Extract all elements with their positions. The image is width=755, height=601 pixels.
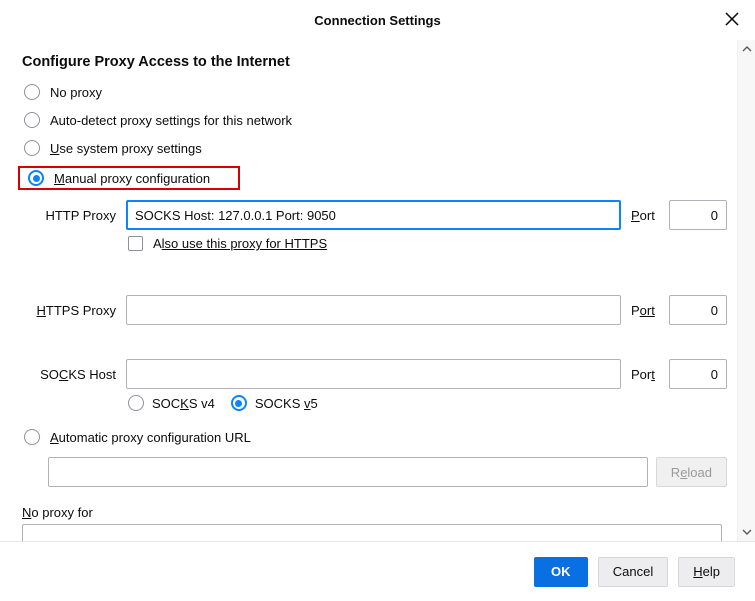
https-proxy-input[interactable] — [126, 295, 621, 325]
https-port-label: Port — [627, 303, 663, 318]
http-port-input[interactable] — [669, 200, 727, 230]
manual-option-highlight: Manual proxy configuration — [18, 166, 240, 190]
scroll-down-icon[interactable] — [738, 523, 755, 541]
radio-icon[interactable] — [231, 395, 247, 411]
radio-icon[interactable] — [24, 140, 40, 156]
dialog-footer: OK Cancel Help — [0, 541, 755, 601]
dialog-title: Connection Settings — [314, 13, 440, 28]
cancel-button[interactable]: Cancel — [598, 557, 668, 587]
vertical-scrollbar[interactable] — [737, 40, 755, 541]
option-socks-v4[interactable]: SOCKS v4 — [128, 395, 215, 411]
option-label: SOCKS v4 — [152, 396, 215, 411]
close-icon[interactable] — [723, 10, 741, 28]
dialog-titlebar: Connection Settings — [0, 0, 755, 40]
radio-icon[interactable] — [128, 395, 144, 411]
http-proxy-input[interactable] — [126, 200, 621, 230]
socks-host-label: SOCKS Host — [22, 367, 120, 382]
option-no-proxy[interactable]: No proxy — [22, 84, 727, 100]
help-button[interactable]: Help — [678, 557, 735, 587]
scroll-up-icon[interactable] — [738, 40, 755, 58]
pac-url-input[interactable] — [48, 457, 648, 487]
https-port-input[interactable] — [669, 295, 727, 325]
option-label: Automatic proxy configuration URL — [50, 430, 251, 445]
option-label: No proxy — [50, 85, 102, 100]
dialog-body: Configure Proxy Access to the Internet N… — [0, 40, 737, 541]
http-proxy-label: HTTP Proxy — [22, 208, 120, 223]
radio-icon[interactable] — [24, 429, 40, 445]
radio-icon[interactable] — [24, 112, 40, 128]
no-proxy-for-input[interactable] — [22, 524, 722, 541]
also-https-label[interactable]: Also use this proxy for HTTPS — [153, 236, 327, 251]
ok-button[interactable]: OK — [534, 557, 588, 587]
radio-icon[interactable] — [24, 84, 40, 100]
section-heading: Configure Proxy Access to the Internet — [22, 54, 727, 70]
option-label: Use system proxy settings — [50, 141, 202, 156]
option-auto-config-url[interactable]: Automatic proxy configuration URL — [22, 429, 727, 445]
radio-icon[interactable] — [28, 170, 44, 186]
http-port-label: Port — [627, 208, 663, 223]
option-label: Auto-detect proxy settings for this netw… — [50, 113, 292, 128]
no-proxy-for-label: No proxy for — [22, 505, 727, 520]
option-system-proxy[interactable]: Use system proxy settings — [22, 140, 727, 156]
checkbox-icon[interactable] — [128, 236, 143, 251]
option-socks-v5[interactable]: SOCKS v5 — [231, 395, 318, 411]
socks-port-label: Port — [627, 367, 663, 382]
socks-port-input[interactable] — [669, 359, 727, 389]
option-auto-detect[interactable]: Auto-detect proxy settings for this netw… — [22, 112, 727, 128]
socks-host-input[interactable] — [126, 359, 621, 389]
option-label: SOCKS v5 — [255, 396, 318, 411]
https-proxy-label: HTTPS Proxy — [22, 303, 120, 318]
option-manual-proxy[interactable]: Manual proxy configuration — [26, 170, 232, 186]
reload-button: Reload — [656, 457, 727, 487]
option-label: Manual proxy configuration — [54, 171, 210, 186]
